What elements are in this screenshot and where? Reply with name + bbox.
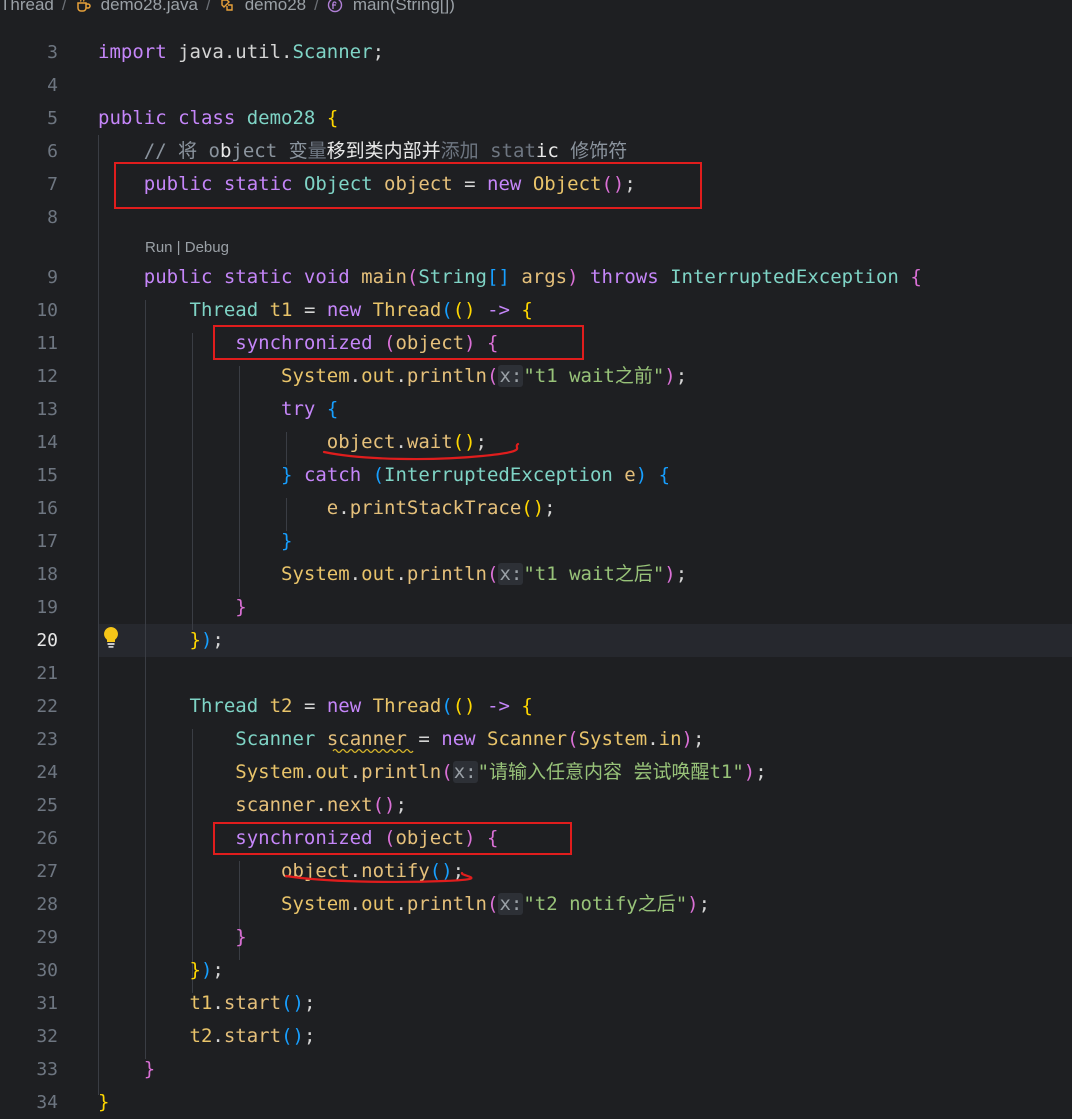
code-line-22[interactable]: Thread t2 = new Thread(() -> { (98, 690, 533, 723)
breadcrumb-separator: / (61, 0, 67, 14)
line-number: 32 (36, 1026, 58, 1047)
line-number: 9 (47, 267, 58, 288)
line-number: 14 (36, 432, 58, 453)
line-number: 28 (36, 894, 58, 915)
class-icon (220, 0, 233, 11)
lightbulb-icon[interactable] (101, 625, 121, 649)
code-editor[interactable]: 3 4 5 6 7 8 9 10 11 12 13 14 15 16 17 18… (0, 36, 1072, 1113)
line-number: 13 (36, 399, 58, 420)
code-line-17[interactable]: } (98, 525, 292, 558)
annotation-box-line-7 (114, 162, 702, 209)
line-number: 19 (36, 597, 58, 618)
code-line-19[interactable]: } (98, 591, 246, 624)
breadcrumb: Thread / demo28.java / demo28 / main(Str… (0, 0, 1072, 18)
line-number: 21 (36, 663, 58, 684)
code-line-29[interactable]: } (98, 921, 246, 954)
line-number: 17 (36, 531, 58, 552)
line-number: 30 (36, 960, 58, 981)
breadcrumb-separator: / (314, 0, 319, 14)
code-line-5[interactable]: public class demo28 { (98, 102, 338, 135)
line-number: 23 (36, 729, 58, 750)
breadcrumb-item-class[interactable]: demo28 (245, 0, 306, 15)
code-line-9[interactable]: public static void main(String[] args) t… (98, 261, 922, 294)
codelens-run-debug[interactable]: Run | Debug (145, 236, 229, 260)
annotation-underline-line-14 (322, 442, 520, 461)
code-line-10[interactable]: Thread t1 = new Thread(() -> { (98, 294, 533, 327)
current-line-highlight (98, 624, 1072, 657)
code-line-15[interactable]: } catch (InterruptedException e) { (98, 459, 670, 492)
line-number: 8 (47, 207, 58, 228)
line-number: 15 (36, 465, 58, 486)
code-line-24[interactable]: System.out.println(x:"请输入任意内容 尝试唤醒t1"); (98, 756, 767, 789)
line-number: 10 (36, 300, 58, 321)
code-line-31[interactable]: t1.start(); (98, 987, 316, 1020)
line-number: 7 (47, 174, 58, 195)
line-number: 26 (36, 828, 58, 849)
annotation-box-line-11 (213, 325, 584, 360)
warning-squiggle (332, 748, 414, 754)
method-icon (327, 0, 343, 13)
java-file-icon (76, 0, 91, 12)
annotation-box-line-26 (213, 822, 572, 855)
line-number: 3 (47, 42, 58, 63)
breadcrumb-item-method[interactable]: main(String[]) (353, 0, 455, 15)
line-number: 12 (36, 366, 58, 387)
breadcrumb-separator: / (205, 0, 211, 14)
code-line-18[interactable]: System.out.println(x:"t1 wait之后"); (98, 558, 687, 591)
code-line-12[interactable]: System.out.println(x:"t1 wait之前"); (98, 360, 687, 393)
line-number: 22 (36, 696, 58, 717)
line-number: 25 (36, 795, 58, 816)
line-number: 29 (36, 927, 58, 948)
code-line-3[interactable]: import java.util.Scanner; (98, 36, 384, 69)
code-line-32[interactable]: t2.start(); (98, 1020, 316, 1053)
line-number: 24 (36, 762, 58, 783)
line-number: 31 (36, 993, 58, 1014)
code-line-30[interactable]: }); (98, 954, 224, 987)
code-line-28[interactable]: System.out.println(x:"t2 notify之后"); (98, 888, 710, 921)
line-number: 27 (36, 861, 58, 882)
code-line-33[interactable]: } (98, 1053, 155, 1086)
code-line-16[interactable]: e.printStackTrace(); (98, 492, 556, 525)
breadcrumb-item-thread[interactable]: Thread (0, 0, 54, 15)
line-number: 18 (36, 564, 58, 585)
line-number: 4 (47, 75, 58, 96)
line-number: 16 (36, 498, 58, 519)
line-number: 11 (36, 333, 58, 354)
line-number-active: 20 (36, 630, 58, 651)
breadcrumb-item-file[interactable]: demo28.java (101, 0, 198, 15)
line-number: 5 (47, 108, 58, 129)
code-line-13[interactable]: try { (98, 393, 338, 426)
line-number: 33 (36, 1059, 58, 1080)
code-line-25[interactable]: scanner.next(); (98, 789, 407, 822)
annotation-underline-line-27 (284, 871, 473, 884)
line-number: 6 (47, 141, 58, 162)
